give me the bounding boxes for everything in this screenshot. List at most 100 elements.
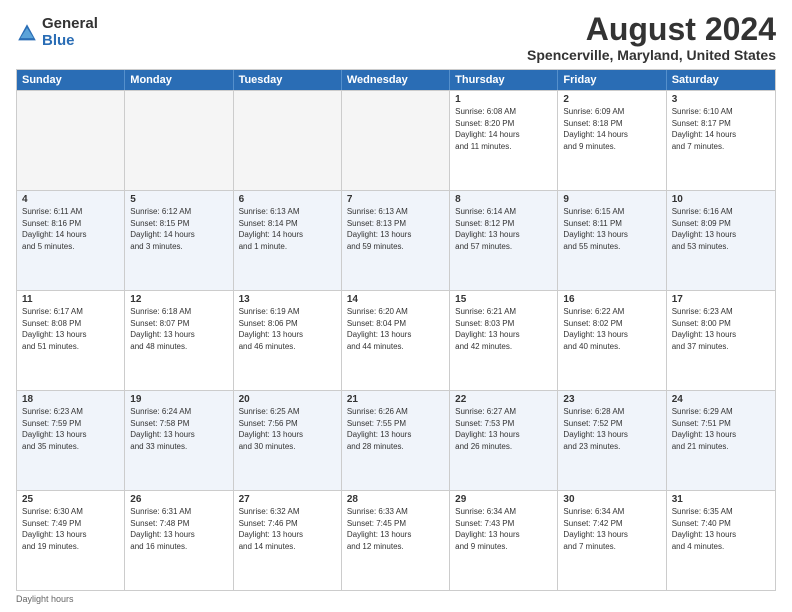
calendar-header-day: Tuesday [234,70,342,90]
header: General Blue August 2024 Spencerville, M… [16,12,776,63]
calendar-cell: 7Sunrise: 6:13 AM Sunset: 8:13 PM Daylig… [342,191,450,290]
logo-text: General Blue [42,16,98,49]
day-info: Sunrise: 6:21 AM Sunset: 8:03 PM Dayligh… [455,306,552,352]
day-info: Sunrise: 6:13 AM Sunset: 8:13 PM Dayligh… [347,206,444,252]
calendar-cell: 17Sunrise: 6:23 AM Sunset: 8:00 PM Dayli… [667,291,775,390]
calendar-cell [17,91,125,190]
calendar-cell: 29Sunrise: 6:34 AM Sunset: 7:43 PM Dayli… [450,491,558,590]
day-number: 1 [455,94,552,105]
calendar-row: 25Sunrise: 6:30 AM Sunset: 7:49 PM Dayli… [17,490,775,590]
day-number: 15 [455,294,552,305]
day-info: Sunrise: 6:16 AM Sunset: 8:09 PM Dayligh… [672,206,770,252]
day-number: 23 [563,394,660,405]
calendar-cell [342,91,450,190]
day-info: Sunrise: 6:15 AM Sunset: 8:11 PM Dayligh… [563,206,660,252]
calendar-cell: 27Sunrise: 6:32 AM Sunset: 7:46 PM Dayli… [234,491,342,590]
day-info: Sunrise: 6:14 AM Sunset: 8:12 PM Dayligh… [455,206,552,252]
calendar-cell [234,91,342,190]
day-number: 6 [239,194,336,205]
calendar-cell: 1Sunrise: 6:08 AM Sunset: 8:20 PM Daylig… [450,91,558,190]
day-info: Sunrise: 6:17 AM Sunset: 8:08 PM Dayligh… [22,306,119,352]
calendar-cell: 26Sunrise: 6:31 AM Sunset: 7:48 PM Dayli… [125,491,233,590]
day-info: Sunrise: 6:22 AM Sunset: 8:02 PM Dayligh… [563,306,660,352]
day-info: Sunrise: 6:10 AM Sunset: 8:17 PM Dayligh… [672,106,770,152]
calendar-cell: 30Sunrise: 6:34 AM Sunset: 7:42 PM Dayli… [558,491,666,590]
day-info: Sunrise: 6:35 AM Sunset: 7:40 PM Dayligh… [672,506,770,552]
calendar-row: 4Sunrise: 6:11 AM Sunset: 8:16 PM Daylig… [17,190,775,290]
calendar-cell: 4Sunrise: 6:11 AM Sunset: 8:16 PM Daylig… [17,191,125,290]
day-number: 25 [22,494,119,505]
day-number: 18 [22,394,119,405]
day-info: Sunrise: 6:33 AM Sunset: 7:45 PM Dayligh… [347,506,444,552]
day-number: 10 [672,194,770,205]
day-number: 13 [239,294,336,305]
day-info: Sunrise: 6:31 AM Sunset: 7:48 PM Dayligh… [130,506,227,552]
day-number: 30 [563,494,660,505]
calendar-cell [125,91,233,190]
day-info: Sunrise: 6:27 AM Sunset: 7:53 PM Dayligh… [455,406,552,452]
day-info: Sunrise: 6:24 AM Sunset: 7:58 PM Dayligh… [130,406,227,452]
calendar-cell: 6Sunrise: 6:13 AM Sunset: 8:14 PM Daylig… [234,191,342,290]
calendar-header-day: Friday [558,70,666,90]
calendar-cell: 31Sunrise: 6:35 AM Sunset: 7:40 PM Dayli… [667,491,775,590]
day-number: 17 [672,294,770,305]
day-number: 29 [455,494,552,505]
calendar-cell: 16Sunrise: 6:22 AM Sunset: 8:02 PM Dayli… [558,291,666,390]
calendar-header-day: Monday [125,70,233,90]
logo: General Blue [16,16,98,49]
calendar-cell: 12Sunrise: 6:18 AM Sunset: 8:07 PM Dayli… [125,291,233,390]
calendar-cell: 15Sunrise: 6:21 AM Sunset: 8:03 PM Dayli… [450,291,558,390]
calendar-cell: 20Sunrise: 6:25 AM Sunset: 7:56 PM Dayli… [234,391,342,490]
day-number: 7 [347,194,444,205]
day-info: Sunrise: 6:26 AM Sunset: 7:55 PM Dayligh… [347,406,444,452]
day-number: 14 [347,294,444,305]
day-info: Sunrise: 6:34 AM Sunset: 7:42 PM Dayligh… [563,506,660,552]
footer-note: Daylight hours [16,594,776,604]
calendar-cell: 13Sunrise: 6:19 AM Sunset: 8:06 PM Dayli… [234,291,342,390]
day-info: Sunrise: 6:09 AM Sunset: 8:18 PM Dayligh… [563,106,660,152]
day-info: Sunrise: 6:28 AM Sunset: 7:52 PM Dayligh… [563,406,660,452]
day-info: Sunrise: 6:34 AM Sunset: 7:43 PM Dayligh… [455,506,552,552]
calendar-header-day: Sunday [17,70,125,90]
day-number: 8 [455,194,552,205]
calendar-header-day: Thursday [450,70,558,90]
day-number: 27 [239,494,336,505]
calendar: SundayMondayTuesdayWednesdayThursdayFrid… [16,69,776,591]
calendar-cell: 14Sunrise: 6:20 AM Sunset: 8:04 PM Dayli… [342,291,450,390]
day-info: Sunrise: 6:11 AM Sunset: 8:16 PM Dayligh… [22,206,119,252]
calendar-cell: 23Sunrise: 6:28 AM Sunset: 7:52 PM Dayli… [558,391,666,490]
day-info: Sunrise: 6:30 AM Sunset: 7:49 PM Dayligh… [22,506,119,552]
calendar-row: 18Sunrise: 6:23 AM Sunset: 7:59 PM Dayli… [17,390,775,490]
calendar-row: 11Sunrise: 6:17 AM Sunset: 8:08 PM Dayli… [17,290,775,390]
day-number: 5 [130,194,227,205]
calendar-cell: 21Sunrise: 6:26 AM Sunset: 7:55 PM Dayli… [342,391,450,490]
day-number: 31 [672,494,770,505]
calendar-header-day: Wednesday [342,70,450,90]
day-number: 16 [563,294,660,305]
day-number: 20 [239,394,336,405]
day-info: Sunrise: 6:12 AM Sunset: 8:15 PM Dayligh… [130,206,227,252]
day-number: 26 [130,494,227,505]
calendar-cell: 2Sunrise: 6:09 AM Sunset: 8:18 PM Daylig… [558,91,666,190]
day-info: Sunrise: 6:08 AM Sunset: 8:20 PM Dayligh… [455,106,552,152]
calendar-cell: 25Sunrise: 6:30 AM Sunset: 7:49 PM Dayli… [17,491,125,590]
day-number: 28 [347,494,444,505]
calendar-body: 1Sunrise: 6:08 AM Sunset: 8:20 PM Daylig… [17,90,775,590]
subtitle: Spencerville, Maryland, United States [527,47,776,63]
logo-general: General [42,16,98,33]
calendar-row: 1Sunrise: 6:08 AM Sunset: 8:20 PM Daylig… [17,90,775,190]
logo-blue: Blue [42,33,98,50]
day-number: 12 [130,294,227,305]
calendar-cell: 19Sunrise: 6:24 AM Sunset: 7:58 PM Dayli… [125,391,233,490]
calendar-header-day: Saturday [667,70,775,90]
day-info: Sunrise: 6:20 AM Sunset: 8:04 PM Dayligh… [347,306,444,352]
day-number: 22 [455,394,552,405]
title-area: August 2024 Spencerville, Maryland, Unit… [527,12,776,63]
day-number: 24 [672,394,770,405]
logo-icon [16,22,38,44]
calendar-cell: 28Sunrise: 6:33 AM Sunset: 7:45 PM Dayli… [342,491,450,590]
calendar-cell: 9Sunrise: 6:15 AM Sunset: 8:11 PM Daylig… [558,191,666,290]
calendar-cell: 18Sunrise: 6:23 AM Sunset: 7:59 PM Dayli… [17,391,125,490]
day-number: 2 [563,94,660,105]
calendar-header: SundayMondayTuesdayWednesdayThursdayFrid… [17,70,775,90]
